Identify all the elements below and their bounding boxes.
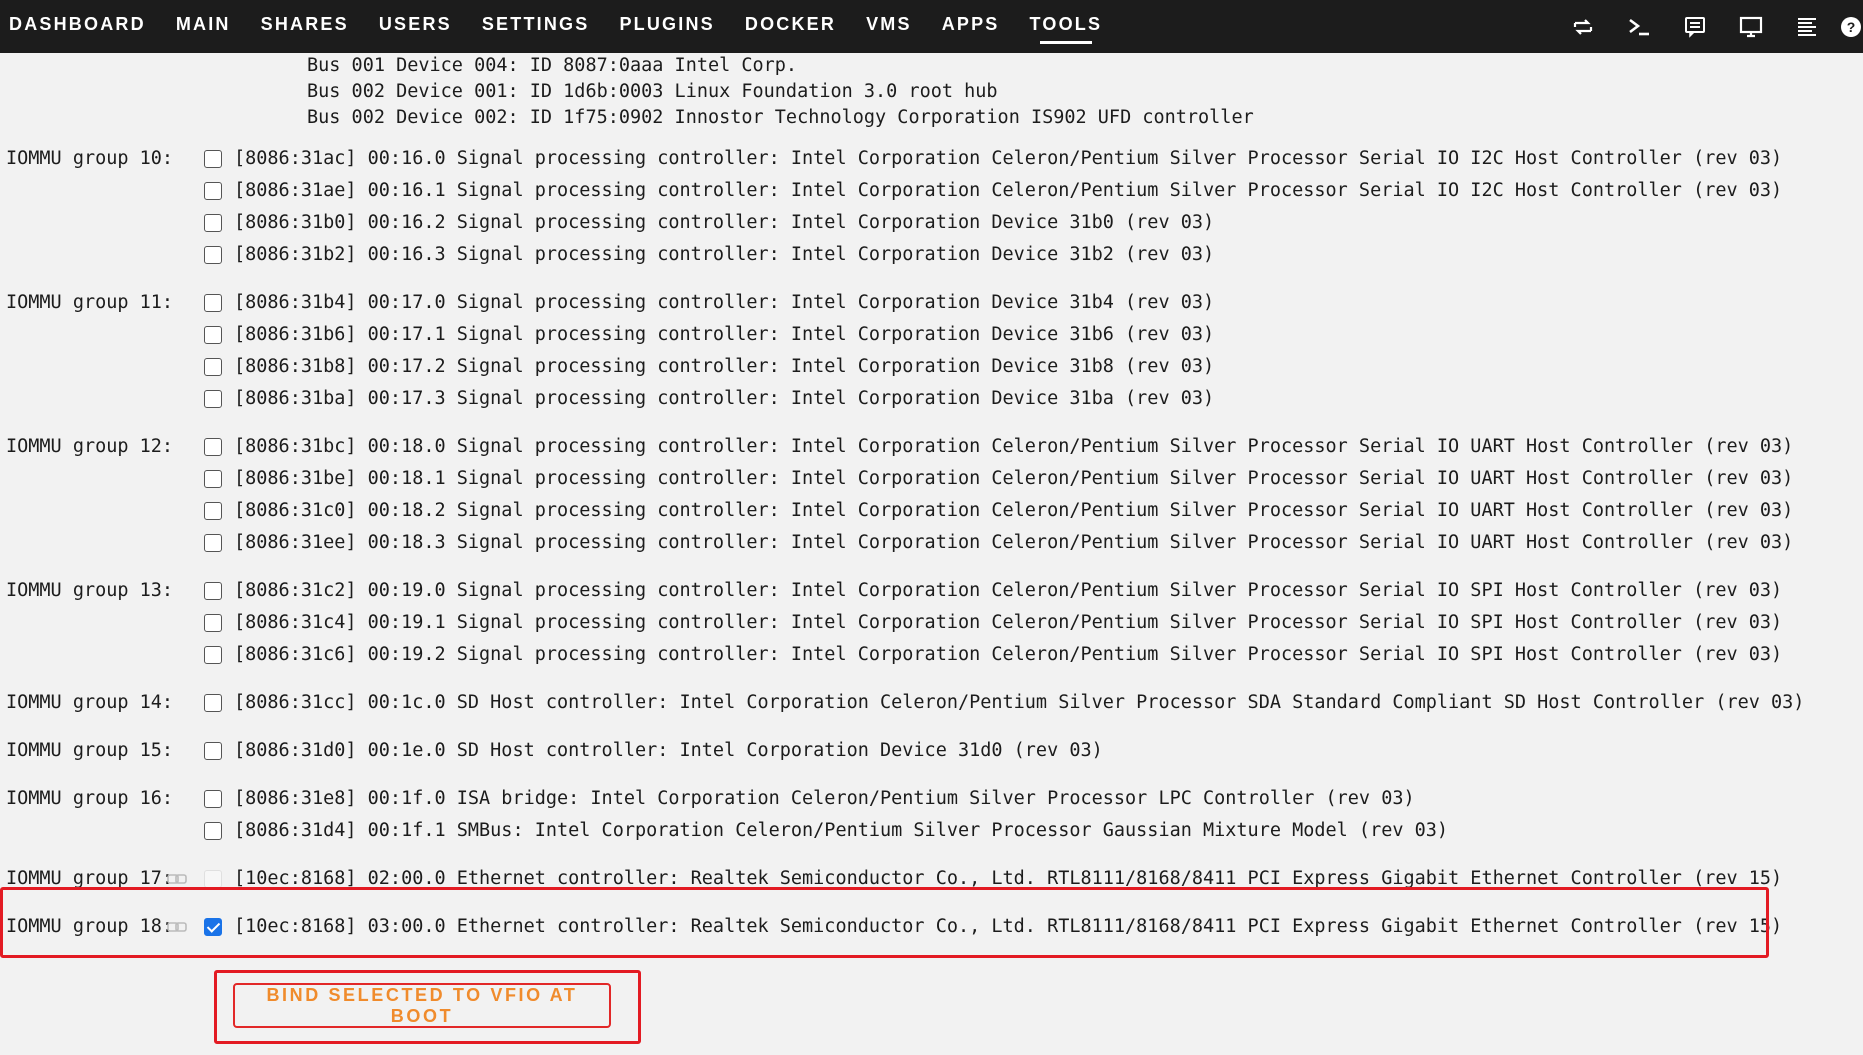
device-description: [8086:31c4] 00:19.1 Signal processing co… <box>234 612 1783 633</box>
usb-device-line: Bus 002 Device 001: ID 1d6b:0003 Linux F… <box>307 81 998 102</box>
iommu-group-label: IOMMU group 10: <box>6 148 174 169</box>
device-description: [8086:31c0] 00:18.2 Signal processing co… <box>234 500 1794 521</box>
device-description: [8086:31ba] 00:17.3 Signal processing co… <box>234 388 1215 409</box>
help-icon[interactable]: ? <box>1835 0 1863 53</box>
iommu-group-label: IOMMU group 14: <box>6 692 174 713</box>
device-checkbox[interactable] <box>204 502 222 520</box>
device-checkbox[interactable] <box>204 582 222 600</box>
nav-icon-group: ? <box>1555 0 1863 53</box>
bind-selected-to-vfio-button[interactable]: BIND SELECTED TO VFIO AT BOOT <box>233 983 611 1028</box>
device-checkbox[interactable] <box>204 742 222 760</box>
tab-plugins[interactable]: PLUGINS <box>619 0 714 53</box>
device-description: [8086:31bc] 00:18.0 Signal processing co… <box>234 436 1794 457</box>
iommu-group-label: IOMMU group 12: <box>6 436 174 457</box>
top-navigation-bar: DASHBOARD MAIN SHARES USERS SETTINGS PLU… <box>0 0 1863 53</box>
device-checkbox[interactable] <box>204 534 222 552</box>
log-icon[interactable] <box>1779 0 1835 53</box>
device-description: [8086:31b8] 00:17.2 Signal processing co… <box>234 356 1215 377</box>
monitor-icon[interactable] <box>1723 0 1779 53</box>
device-description: [8086:31c6] 00:19.2 Signal processing co… <box>234 644 1783 665</box>
terminal-icon[interactable] <box>1611 0 1667 53</box>
device-checkbox[interactable] <box>204 182 222 200</box>
tab-docker[interactable]: DOCKER <box>745 0 836 53</box>
device-description: [8086:31d0] 00:1e.0 SD Host controller: … <box>234 740 1103 761</box>
device-description: [8086:31b0] 00:16.2 Signal processing co… <box>234 212 1215 233</box>
device-description: [8086:31be] 00:18.1 Signal processing co… <box>234 468 1794 489</box>
tab-apps[interactable]: APPS <box>942 0 1000 53</box>
device-checkbox[interactable] <box>204 438 222 456</box>
iommu-group-label: IOMMU group 16: <box>6 788 174 809</box>
tab-settings[interactable]: SETTINGS <box>482 0 590 53</box>
tab-users[interactable]: USERS <box>379 0 452 53</box>
iommu-group-label: IOMMU group 15: <box>6 740 174 761</box>
usb-device-list: Bus 001 Device 004: ID 8087:0aaa Intel C… <box>307 53 1254 131</box>
device-description: [8086:31cc] 00:1c.0 SD Host controller: … <box>234 692 1805 713</box>
iommu-group-label: IOMMU group 11: <box>6 292 174 313</box>
device-checkbox[interactable] <box>204 694 222 712</box>
device-checkbox[interactable] <box>204 326 222 344</box>
device-description: [8086:31c2] 00:19.0 Signal processing co… <box>234 580 1783 601</box>
device-description: [8086:31b6] 00:17.1 Signal processing co… <box>234 324 1215 345</box>
tab-main[interactable]: MAIN <box>176 0 231 53</box>
iommu-group-label: IOMMU group 13: <box>6 580 174 601</box>
device-description: [8086:31b4] 00:17.0 Signal processing co… <box>234 292 1215 313</box>
device-description: [8086:31ee] 00:18.3 Signal processing co… <box>234 532 1794 553</box>
device-description: [8086:31d4] 00:1f.1 SMBus: Intel Corpora… <box>234 820 1449 841</box>
highlight-box-iommu-group-18 <box>0 887 1769 958</box>
tab-shares[interactable]: SHARES <box>261 0 349 53</box>
link-icon[interactable] <box>167 872 187 886</box>
device-description: [8086:31ae] 00:16.1 Signal processing co… <box>234 180 1783 201</box>
nav-tabs: DASHBOARD MAIN SHARES USERS SETTINGS PLU… <box>0 0 1132 53</box>
device-checkbox[interactable] <box>204 246 222 264</box>
device-checkbox[interactable] <box>204 614 222 632</box>
device-checkbox[interactable] <box>204 150 222 168</box>
refresh-icon[interactable] <box>1555 0 1611 53</box>
tab-dashboard[interactable]: DASHBOARD <box>9 0 146 53</box>
usb-device-line: Bus 002 Device 002: ID 1f75:0902 Innosto… <box>307 107 1254 128</box>
device-checkbox <box>204 870 222 888</box>
device-checkbox[interactable] <box>204 790 222 808</box>
device-checkbox[interactable] <box>204 470 222 488</box>
svg-text:?: ? <box>1847 19 1856 35</box>
device-checkbox[interactable] <box>204 822 222 840</box>
device-description: [8086:31ac] 00:16.0 Signal processing co… <box>234 148 1783 169</box>
tab-vms[interactable]: VMS <box>866 0 912 53</box>
device-checkbox[interactable] <box>204 214 222 232</box>
device-checkbox[interactable] <box>204 646 222 664</box>
device-description: [8086:31b2] 00:16.3 Signal processing co… <box>234 244 1215 265</box>
device-checkbox[interactable] <box>204 390 222 408</box>
device-checkbox[interactable] <box>204 294 222 312</box>
device-checkbox[interactable] <box>204 358 222 376</box>
tab-tools[interactable]: TOOLS <box>1030 0 1103 53</box>
usb-device-line: Bus 001 Device 004: ID 8087:0aaa Intel C… <box>307 55 798 76</box>
device-description: [8086:31e8] 00:1f.0 ISA bridge: Intel Co… <box>234 788 1415 809</box>
feedback-icon[interactable] <box>1667 0 1723 53</box>
